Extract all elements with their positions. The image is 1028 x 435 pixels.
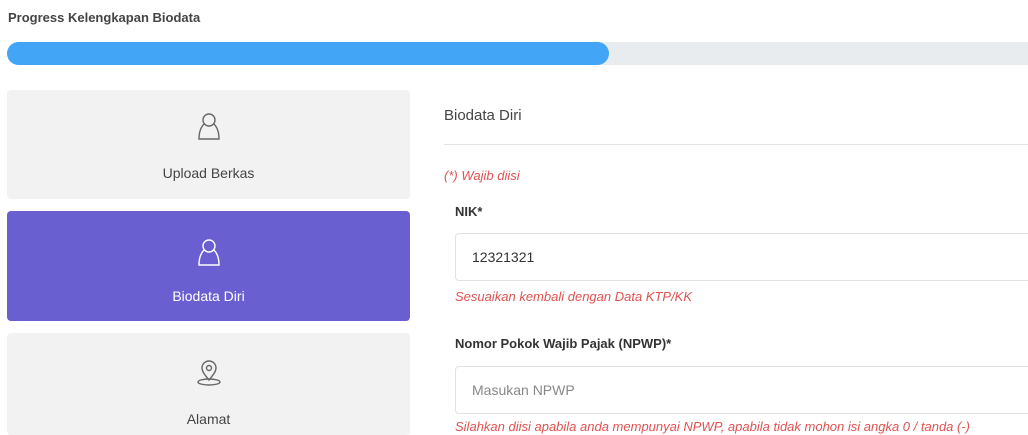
nik-label: NIK* xyxy=(455,204,483,219)
progress-title: Progress Kelengkapan Biodata xyxy=(8,10,201,25)
step-label: Upload Berkas xyxy=(162,165,255,181)
required-note: (*) Wajib diisi xyxy=(444,168,520,183)
step-alamat[interactable]: Alamat xyxy=(7,333,410,435)
npwp-input[interactable] xyxy=(455,366,1028,414)
step-upload-berkas[interactable]: Upload Berkas xyxy=(7,90,410,199)
divider xyxy=(444,144,1028,145)
user-icon xyxy=(197,238,221,273)
nik-input[interactable] xyxy=(455,233,1028,281)
progress-bar-fill xyxy=(7,42,610,65)
step-biodata-diri[interactable]: Biodata Diri xyxy=(7,211,410,321)
npwp-label: Nomor Pokok Wajib Pajak (NPWP)* xyxy=(455,336,672,351)
map-pin-icon xyxy=(194,358,224,393)
section-title: Biodata Diri xyxy=(444,107,522,124)
step-label: Alamat xyxy=(186,411,231,427)
progress-bar xyxy=(7,42,1028,65)
nik-hint: Sesuaikan kembali dengan Data KTP/KK xyxy=(455,289,693,304)
npwp-hint: Silahkan diisi apabila anda mempunyai NP… xyxy=(455,419,970,434)
user-icon xyxy=(197,112,221,147)
step-label: Biodata Diri xyxy=(172,288,245,304)
